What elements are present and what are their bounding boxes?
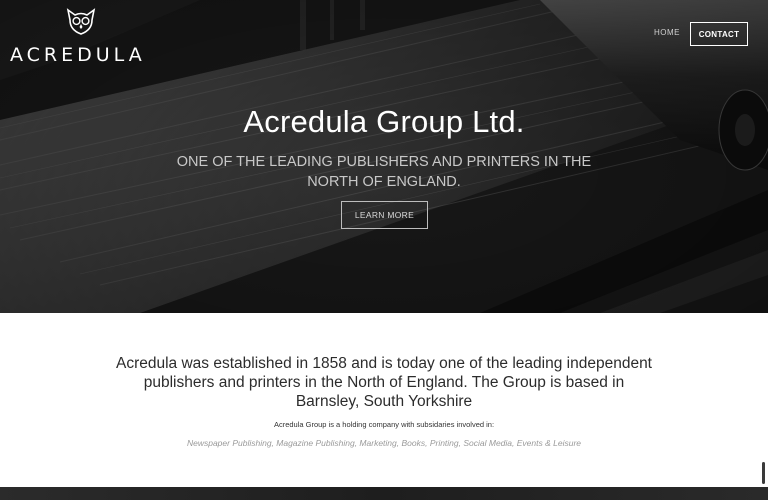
- site-logo[interactable]: ACREDULA: [10, 8, 150, 66]
- logo-wordmark: ACREDULA: [10, 44, 146, 66]
- next-section-banner: [0, 487, 768, 500]
- hero-title: Acredula Group Ltd.: [243, 104, 525, 139]
- nav-home-link[interactable]: HOME: [654, 28, 680, 37]
- hero-subtitle: ONE OF THE LEADING PUBLISHERS AND PRINTE…: [176, 154, 592, 190]
- owl-icon: [66, 8, 96, 35]
- contact-button[interactable]: CONTACT: [690, 22, 748, 46]
- learn-more-button[interactable]: LEARN MORE: [341, 201, 428, 229]
- intro-text: Acredula was established in 1858 and is …: [115, 355, 652, 410]
- scrollbar-thumb[interactable]: [762, 462, 765, 484]
- subsidiaries-list: Newspaper Publishing, Magazine Publishin…: [186, 438, 582, 448]
- holding-text: Acredula Group is a holding company with…: [273, 420, 495, 429]
- hero-banner: ACREDULA HOME CONTACT Acredula Group Ltd…: [0, 0, 768, 313]
